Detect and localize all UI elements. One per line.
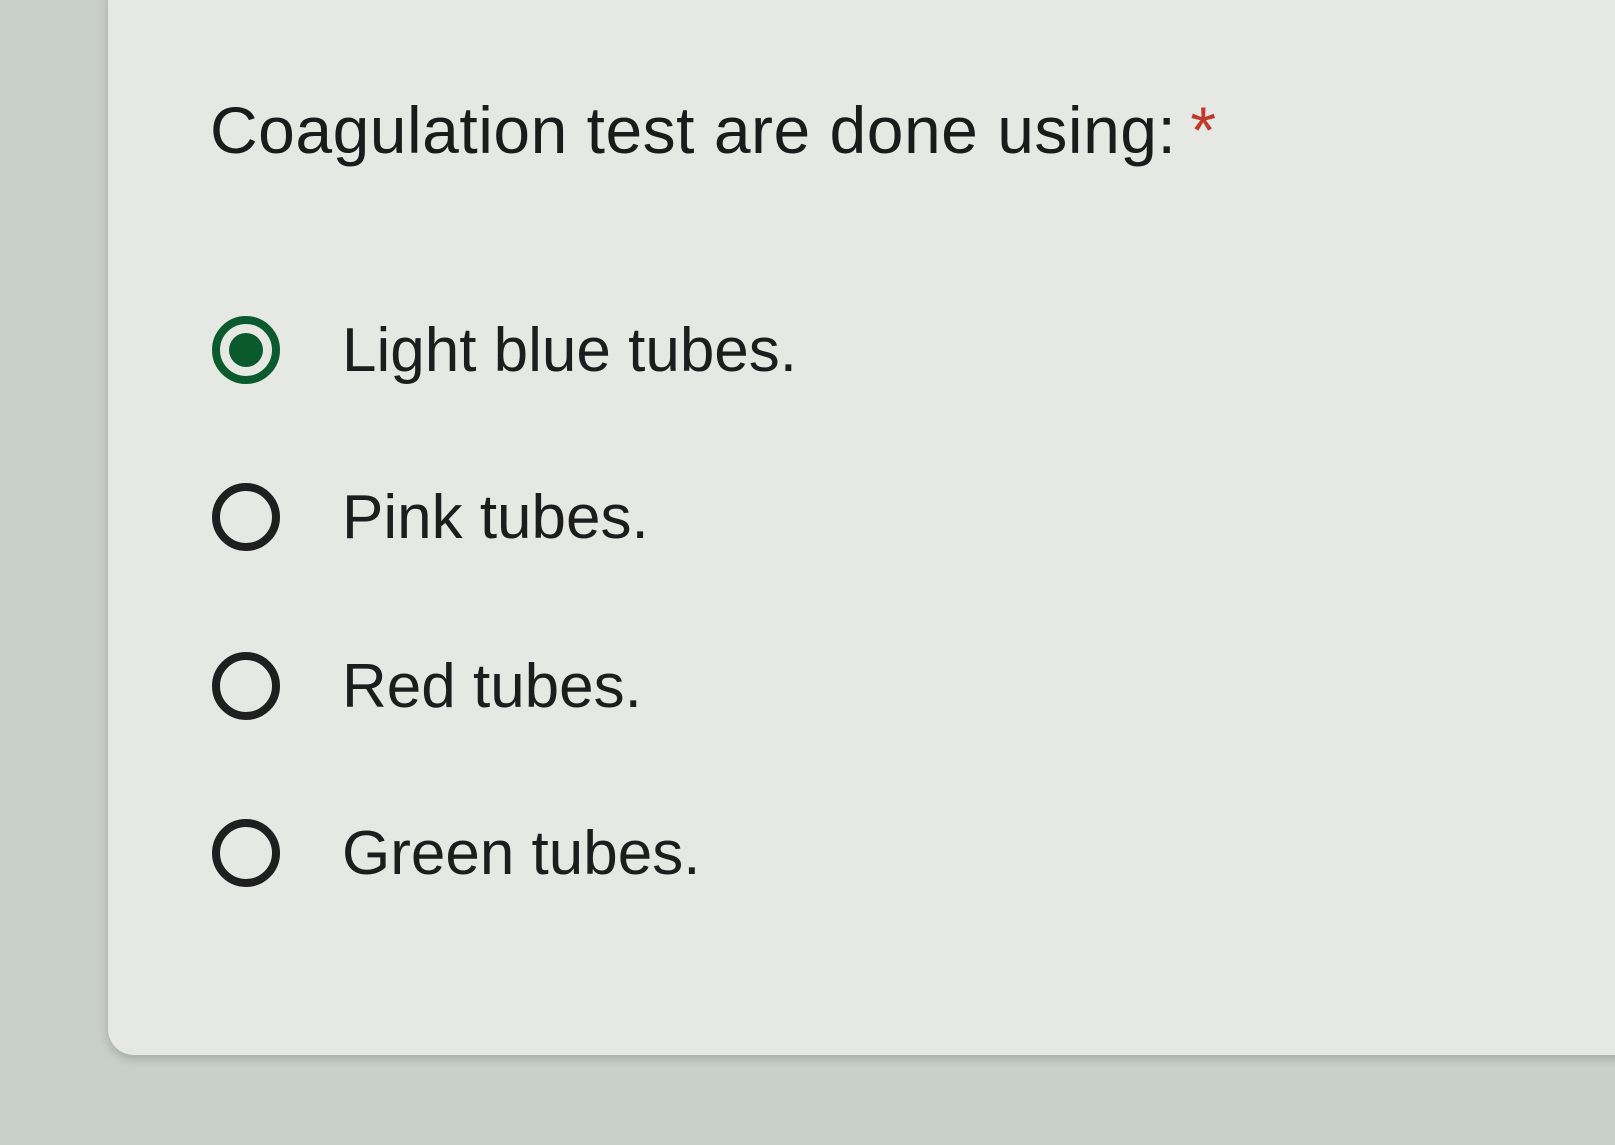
option-label: Pink tubes. <box>342 482 649 552</box>
radio-button[interactable] <box>212 819 280 887</box>
question-text: Coagulation test are done using: <box>210 93 1177 167</box>
radio-button[interactable] <box>212 652 280 720</box>
option-label: Red tubes. <box>342 651 642 721</box>
option-red-tubes[interactable]: Red tubes. <box>212 641 642 731</box>
radio-button-selected[interactable] <box>212 316 280 384</box>
option-label: Green tubes. <box>342 818 701 888</box>
option-light-blue-tubes[interactable]: Light blue tubes. <box>212 305 797 395</box>
radio-button[interactable] <box>212 483 280 551</box>
option-label: Light blue tubes. <box>342 315 798 385</box>
radio-selected-dot <box>229 333 263 367</box>
option-pink-tubes[interactable]: Pink tubes. <box>212 472 649 562</box>
option-green-tubes[interactable]: Green tubes. <box>212 808 700 898</box>
required-marker: * <box>1190 93 1217 167</box>
question-title: Coagulation test are done using: * <box>210 92 1217 168</box>
